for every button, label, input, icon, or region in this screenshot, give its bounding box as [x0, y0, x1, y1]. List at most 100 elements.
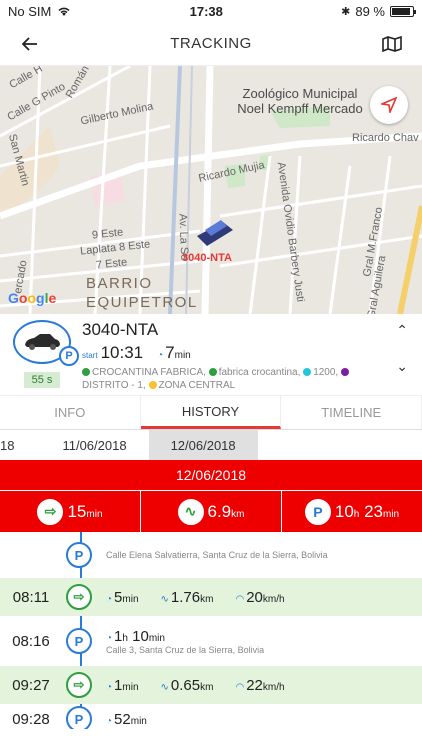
- geofence-item: ZONA CENTRAL: [148, 380, 236, 391]
- distance-value: 0.65: [170, 676, 201, 694]
- timeline-row[interactable]: 09:28 P ◔ 52min: [0, 704, 422, 729]
- geofence-item: 1200,: [303, 367, 341, 378]
- date-item[interactable]: 18: [0, 430, 24, 460]
- speed-icon: ◠: [235, 593, 245, 605]
- speed-unit: km/h: [262, 593, 285, 605]
- timeline-row[interactable]: 08:16 P ◔ 1h 10min Calle 3, Santa Cruz de…: [0, 616, 422, 666]
- tab-bar: INFO HISTORY TIMELINE: [0, 396, 422, 430]
- parking-icon: P: [66, 628, 92, 654]
- date-item[interactable]: 11/06/2018: [24, 430, 148, 460]
- back-button[interactable]: [16, 30, 44, 58]
- duration-value: 52: [114, 710, 131, 728]
- history-timeline: P Calle Elena Salvatierra, Santa Cruz de…: [0, 532, 422, 729]
- car-icon: [25, 334, 60, 350]
- geofence-dot-icon: [148, 381, 157, 390]
- chevron-up-icon[interactable]: ⌃: [396, 322, 408, 339]
- row-time: 09:27: [12, 676, 50, 694]
- battery-text: 89 %: [355, 3, 385, 19]
- car-marker-label[interactable]: 3040-NTA: [182, 252, 232, 264]
- battery-icon: [389, 5, 416, 17]
- distance-unit: km: [200, 593, 214, 605]
- geofence-item: fabrica crocantina,: [208, 367, 304, 378]
- parked-hours: 10: [334, 501, 354, 521]
- street-label: Ricardo Chav: [352, 132, 419, 144]
- arrow-left-icon: [22, 36, 37, 51]
- clock-icon: ◔: [106, 593, 113, 605]
- distance-unit: km: [200, 681, 214, 693]
- clock: 17:38: [189, 3, 223, 19]
- geofence-dot-icon: [82, 368, 90, 377]
- map-view[interactable]: Calle H Calle G Pinto Román Gilberto Mol…: [0, 66, 422, 314]
- duration-unit: min: [174, 350, 191, 361]
- seconds-badge: 55 s: [23, 372, 61, 388]
- moving-value: 15: [67, 501, 87, 521]
- tab-info[interactable]: INFO: [0, 396, 141, 429]
- duration-unit: min: [122, 681, 139, 693]
- carrier-text: No SIM: [8, 3, 52, 19]
- geofence-name: fabrica crocantina,: [218, 367, 304, 378]
- chevron-down-icon[interactable]: ⌄: [396, 358, 408, 375]
- address: Calle Elena Salvatierra, Santa Cruz de l…: [106, 550, 328, 560]
- timeline-row[interactable]: 08:11 ⇨ ◔ 5min ∿ 1.76km ◠ 20km/h: [0, 578, 422, 616]
- map-icon: [382, 35, 402, 52]
- moving-unit: min: [86, 508, 103, 520]
- geofence-name: CROCANTINA FABRICA,: [92, 367, 209, 378]
- distance-value: 6.9: [207, 501, 232, 521]
- selected-date-header: 12/06/2018: [0, 460, 422, 490]
- row-time: 08:16: [12, 632, 50, 650]
- summary-distance: ∿ 6.9km: [141, 491, 282, 532]
- clock-icon: ◔: [106, 715, 113, 727]
- minutes-unit: min: [148, 632, 165, 644]
- geofence-item: CROCANTINA FABRICA,: [82, 367, 209, 378]
- speed-icon: ◠: [235, 681, 245, 693]
- parking-icon: P: [66, 542, 92, 568]
- summary-moving: ⇨ 15min: [0, 491, 141, 532]
- clock-icon: ◔: [106, 681, 113, 693]
- start-time: 10:31: [100, 343, 144, 362]
- bluetooth-icon: ✱: [341, 5, 351, 18]
- map-view-button[interactable]: [378, 30, 406, 58]
- route-icon: ∿: [160, 593, 169, 605]
- parking-icon: P: [66, 706, 92, 729]
- geofence-name: 1200,: [313, 367, 341, 378]
- route-icon: ∿: [177, 498, 204, 525]
- locate-button[interactable]: [370, 86, 408, 124]
- poi-label: Zoológico Municipal Noel Kempff Mercado: [237, 86, 363, 116]
- geofence-dot-icon: [341, 368, 349, 377]
- geofence-list: CROCANTINA FABRICA, fabrica crocantina, …: [82, 366, 382, 392]
- distance-value: 1.76: [170, 588, 201, 606]
- speed-unit: km/h: [262, 681, 285, 693]
- page-title: TRACKING: [170, 35, 252, 52]
- district-label: BARRIO EQUIPETROL: [86, 275, 198, 311]
- timeline-row[interactable]: 09:27 ⇨ ◔ 1min ∿ 0.65km ◠ 22km/h: [0, 666, 422, 704]
- moving-arrow-icon: ⇨: [66, 584, 92, 610]
- status-bar: No SIM 17:38 ✱ 89 %: [0, 0, 422, 22]
- parked-minutes: 23: [364, 501, 383, 521]
- parked-icon: P: [59, 346, 79, 366]
- clock-icon: ◔: [157, 350, 164, 361]
- date-selector: 18 11/06/2018 12/06/2018: [0, 430, 422, 460]
- navigation-arrow-icon: [381, 97, 397, 113]
- moving-arrow-icon: ⇨: [66, 672, 92, 698]
- parked-minutes-unit: min: [383, 508, 400, 520]
- summary-bar: ⇨ 15min ∿ 6.9km P 10h 23min: [0, 490, 422, 532]
- parked-hours-unit: h: [353, 508, 360, 520]
- vehicle-avatar[interactable]: P: [13, 320, 79, 366]
- nav-bar: TRACKING: [0, 22, 422, 66]
- geofence-name: ZONA CENTRAL: [158, 380, 236, 391]
- summary-parked: P 10h 23min: [282, 491, 422, 532]
- date-item-selected[interactable]: 12/06/2018: [148, 430, 258, 460]
- tab-history[interactable]: HISTORY: [140, 396, 282, 429]
- battery-fill: [391, 7, 410, 15]
- timeline-row[interactable]: P Calle Elena Salvatierra, Santa Cruz de…: [0, 532, 422, 578]
- distance-unit: km: [231, 508, 245, 520]
- duration-value: 7: [165, 343, 175, 362]
- row-time: 09:28: [12, 710, 50, 728]
- route-icon: ∿: [160, 681, 169, 693]
- tab-timeline[interactable]: TIMELINE: [281, 396, 422, 429]
- parking-icon: P: [304, 498, 331, 525]
- vehicle-plate: 3040-NTA: [82, 320, 159, 339]
- google-logo: Google: [8, 290, 57, 306]
- moving-arrow-icon: ⇨: [37, 498, 64, 525]
- address: Calle 3, Santa Cruz de la Sierra, Bolivi…: [106, 644, 265, 655]
